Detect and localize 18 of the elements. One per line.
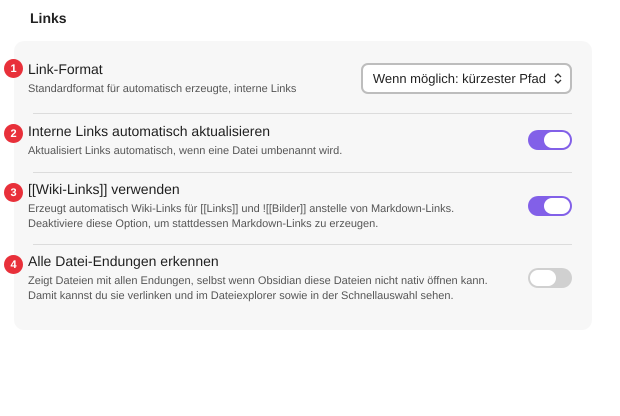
setting-description: Zeigt Dateien mit allen Endungen, selbst wenn Obsidian diese Dateien nicht nativ öffnen kann. Damit kannst du sie verlinken und im Dateiexplorer sowie in der Schnellauswahl sehen. [28, 274, 489, 304]
setting-description: Standardformat für automatisch erzeugte, interne Links [28, 82, 298, 97]
setting-title: Alle Datei-Endungen erkennen [28, 252, 220, 271]
step-badge: 3 [4, 183, 23, 202]
link-format-dropdown[interactable]: Wenn möglich: kürzester Pfad [360, 62, 572, 94]
chevron-icon [554, 72, 562, 84]
setting-title: [[Wiki-Links]] verwenden [28, 180, 181, 199]
setting-description: Aktualisiert Links automatisch, wenn eine Datei umbenannt wird. [28, 144, 344, 159]
setting-title: Link-Format [28, 60, 104, 79]
setting-description: Erzeugt automatisch Wiki-Links für [[Links]] und ![[Bilder]] anstelle von Markdown-Links. Deaktiviere diese Option, um stattdessen Markdown-Links zu erzeugen. [28, 202, 456, 232]
setting-title: Interne Links automatisch aktualisieren [28, 122, 272, 141]
toggle-switch[interactable] [528, 130, 572, 150]
step-badge: 4 [4, 255, 23, 274]
section-heading: Links [29, 9, 68, 28]
step-badge: 1 [4, 59, 23, 78]
toggle-switch[interactable] [528, 268, 572, 288]
step-badge: 2 [4, 124, 23, 143]
toggle-switch[interactable] [528, 196, 572, 216]
